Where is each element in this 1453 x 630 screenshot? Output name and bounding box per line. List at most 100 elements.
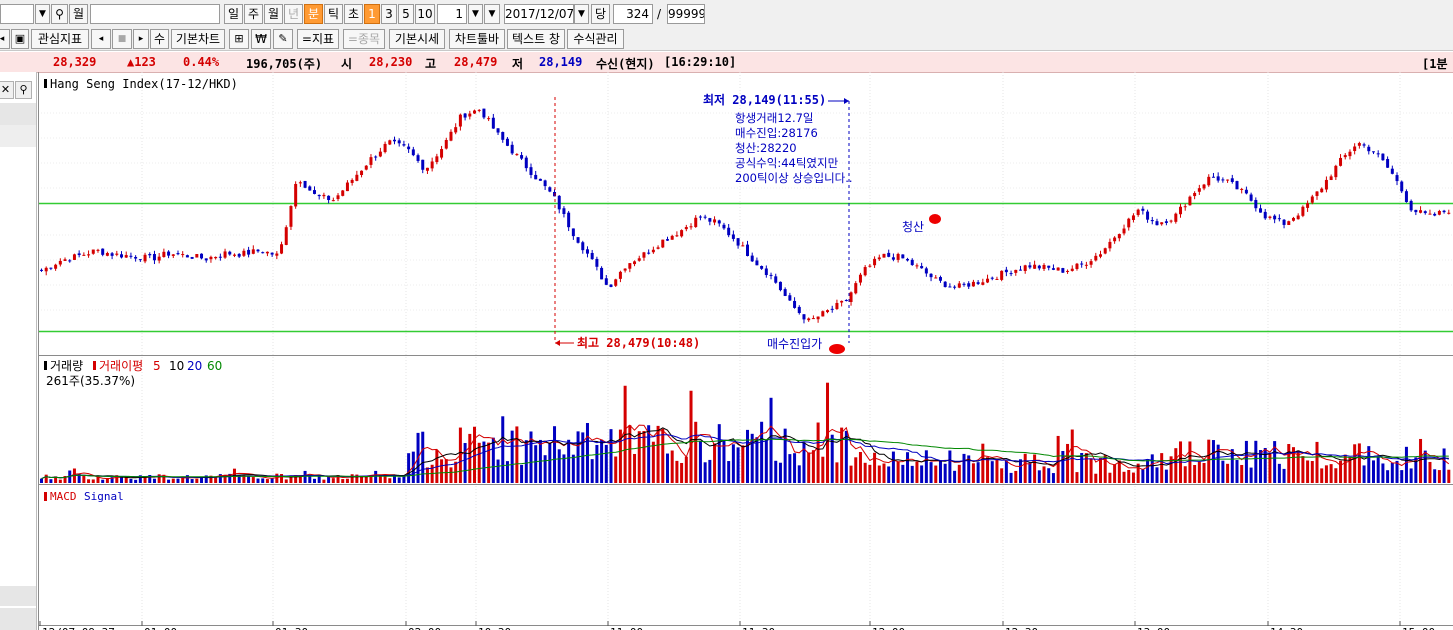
candle-body: [1296, 215, 1300, 220]
volume-bar: [171, 478, 175, 483]
candle-body: [1183, 206, 1187, 208]
volume-bar: [1428, 461, 1432, 483]
volume-bar: [896, 461, 900, 483]
volume-bar: [1174, 448, 1178, 483]
candle-body: [1164, 221, 1168, 223]
candle-body: [1169, 220, 1173, 222]
volume-bar: [534, 445, 538, 483]
volume-bar: [1211, 440, 1215, 483]
candle-body: [1249, 194, 1253, 201]
candle-body: [967, 283, 971, 287]
volume-bar: [1084, 453, 1088, 483]
volume-bar: [1164, 469, 1168, 483]
candle-body: [722, 224, 726, 229]
candle-body: [910, 259, 914, 265]
candle-body: [96, 249, 100, 251]
candle-body: [755, 260, 759, 266]
candle-body: [440, 149, 444, 158]
candle-body: [350, 179, 354, 183]
candle-body: [943, 281, 947, 288]
volume-bar: [341, 479, 345, 483]
volume-bar: [1183, 466, 1187, 483]
candle-body: [1103, 248, 1107, 254]
volume-bar: [1404, 446, 1408, 483]
candle-body: [510, 144, 514, 154]
candle-body: [1254, 199, 1258, 209]
volume-bar: [1037, 470, 1041, 483]
volume-bar: [948, 450, 952, 483]
volume-bar: [167, 479, 171, 483]
volume-bar: [1343, 454, 1347, 483]
volume-bar: [1395, 460, 1399, 483]
volume-bar: [1042, 466, 1046, 483]
volume-bar: [774, 460, 778, 483]
time-label: 02:00: [408, 626, 441, 630]
candle-body: [802, 314, 806, 320]
volume-bar: [1004, 460, 1008, 483]
candle-body: [58, 260, 62, 265]
candle-body: [407, 146, 411, 150]
candle-body: [322, 194, 326, 197]
candle-body: [214, 256, 218, 259]
volume-bar: [1099, 458, 1102, 483]
candle-body: [308, 186, 312, 191]
volume-bar: [736, 447, 740, 483]
candle-body: [703, 216, 707, 218]
volume-bar: [1202, 463, 1206, 483]
volume-bar: [910, 465, 914, 483]
volume-bar: [280, 473, 284, 483]
candle-body: [1442, 210, 1446, 213]
volume-bar: [524, 440, 528, 483]
volume-bar: [152, 478, 156, 483]
candle-body: [1127, 218, 1131, 228]
memo-text-box[interactable]: 항생거래12.7일 매수진입:28176 청산:28220 공식수익:44틱였지…: [735, 111, 853, 185]
candle-body: [731, 234, 735, 239]
arrow-right-icon: [844, 98, 849, 104]
volume-bar: [760, 421, 764, 483]
volume-bar: [1324, 465, 1328, 483]
candle-body: [1009, 273, 1013, 275]
chart-canvas[interactable]: 최고 28,479(10:48) 최저 28,149(11:55) 항생거래12…: [0, 0, 1453, 630]
volume-bar: [1376, 457, 1380, 483]
candle-body: [190, 256, 194, 259]
volume-bar: [821, 456, 825, 483]
volume-bar: [1023, 453, 1027, 483]
candle-body: [1197, 188, 1201, 192]
candle-body: [609, 284, 613, 287]
volume-bar: [501, 416, 505, 483]
volume-bar: [840, 427, 844, 483]
candle-body: [793, 300, 797, 308]
volume-bar: [882, 463, 886, 483]
volume-bar: [1113, 464, 1117, 483]
candle-body: [232, 254, 236, 256]
candle-body: [1310, 196, 1314, 203]
candle-body: [120, 254, 124, 258]
volume-bar: [1282, 468, 1286, 483]
candle-body: [374, 156, 378, 158]
candle-body: [571, 228, 575, 237]
time-label: 11:30: [742, 626, 775, 630]
candle-body: [1395, 175, 1399, 182]
candle-body: [204, 258, 208, 261]
candle-body: [105, 253, 109, 256]
volume-bar: [1028, 463, 1032, 483]
volume-bar: [1089, 458, 1093, 483]
candle-body: [280, 244, 284, 254]
volume-bar: [440, 459, 444, 483]
candle-body: [1037, 265, 1041, 269]
candle-body: [383, 143, 387, 153]
legend-marker: [44, 361, 47, 370]
volume-bar: [1240, 464, 1244, 483]
entry-marker: [829, 344, 845, 354]
candle-body: [1113, 237, 1117, 242]
candle-body: [590, 252, 594, 260]
candle-body: [265, 251, 269, 254]
candle-body: [736, 238, 740, 246]
volume-bar: [421, 431, 425, 483]
candle-body: [1047, 265, 1051, 268]
volume-bar: [1122, 471, 1126, 483]
annotation-low: 최저 28,149(11:55): [703, 92, 826, 107]
volume-bar: [1221, 460, 1225, 483]
volume-bar: [1334, 468, 1338, 483]
candle-body: [1080, 263, 1084, 265]
